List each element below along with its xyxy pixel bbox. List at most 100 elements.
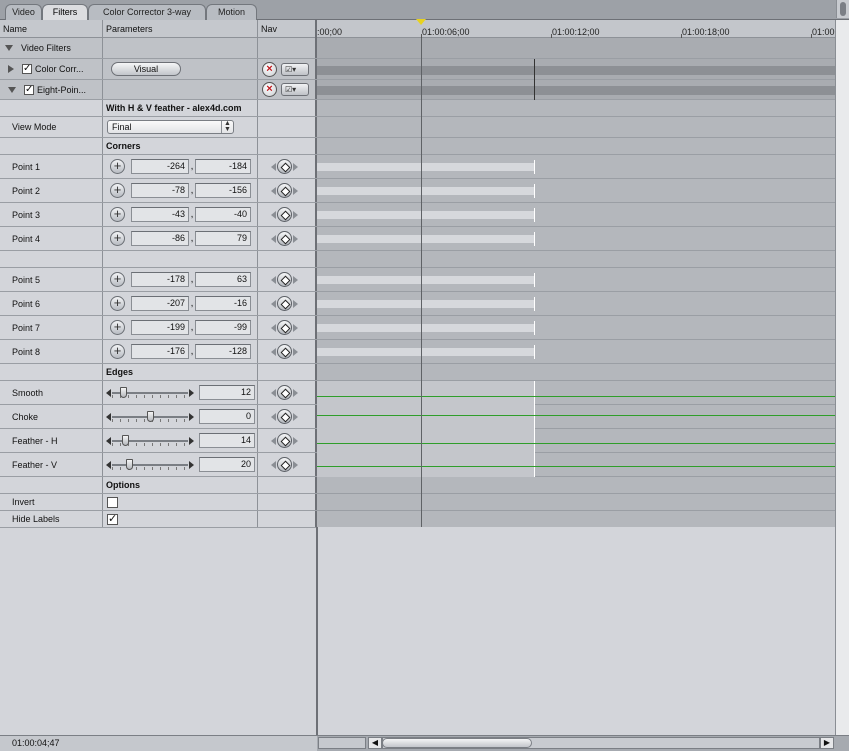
edge-slider[interactable] <box>106 385 194 400</box>
slider-increase-icon[interactable] <box>189 389 194 397</box>
close-icon[interactable]: × <box>262 82 277 97</box>
keyframe-icon[interactable] <box>277 344 292 359</box>
edge-value-field[interactable]: 14 <box>199 433 255 448</box>
point-y-field[interactable]: 63 <box>195 272 251 287</box>
visual-button[interactable]: Visual <box>111 62 181 76</box>
point-y-field[interactable]: -184 <box>195 159 251 174</box>
slider-knob[interactable] <box>126 459 133 470</box>
next-keyframe-icon[interactable] <box>293 186 298 195</box>
add-point-icon[interactable]: + <box>110 183 125 198</box>
keyframe-icon[interactable] <box>277 433 292 448</box>
slider-knob[interactable] <box>147 411 154 422</box>
edge-slider[interactable] <box>106 433 194 448</box>
add-point-icon[interactable]: + <box>110 231 125 246</box>
scroll-thumb[interactable] <box>382 738 532 748</box>
edge-slider[interactable] <box>106 457 194 472</box>
keyframe-icon[interactable] <box>277 409 292 424</box>
playhead-marker-icon[interactable] <box>416 19 426 25</box>
value-curve[interactable] <box>317 466 835 467</box>
add-point-icon[interactable]: + <box>110 344 125 359</box>
keyframe-icon[interactable] <box>277 272 292 287</box>
next-keyframe-icon[interactable] <box>293 299 298 308</box>
scroll-left-button[interactable]: ◀ <box>368 737 382 749</box>
slider-increase-icon[interactable] <box>189 461 194 469</box>
point-x-field[interactable]: -86 <box>131 231 189 246</box>
keyframe-track[interactable] <box>317 321 535 335</box>
keyframe-track[interactable] <box>317 208 535 222</box>
point-x-field[interactable]: -176 <box>131 344 189 359</box>
point-x-field[interactable]: -78 <box>131 183 189 198</box>
point-x-field[interactable]: -207 <box>131 296 189 311</box>
keyframe-icon[interactable] <box>277 183 292 198</box>
keyframe-icon[interactable] <box>277 457 292 472</box>
next-keyframe-icon[interactable] <box>293 234 298 243</box>
point-y-field[interactable]: 79 <box>195 231 251 246</box>
disclosure-right-icon[interactable] <box>8 65 14 73</box>
point-x-field[interactable]: -264 <box>131 159 189 174</box>
reset-menu-button[interactable]: ☑▾ <box>281 62 309 76</box>
keyframe-icon[interactable] <box>277 320 292 335</box>
slider-decrease-icon[interactable] <box>106 413 111 421</box>
add-point-icon[interactable]: + <box>110 207 125 222</box>
value-curve[interactable] <box>317 443 835 444</box>
keyframe-icon[interactable] <box>277 231 292 246</box>
prev-keyframe-icon[interactable] <box>271 162 276 171</box>
slider-increase-icon[interactable] <box>189 437 194 445</box>
keyframe-icon[interactable] <box>277 159 292 174</box>
prev-keyframe-icon[interactable] <box>271 436 276 445</box>
next-keyframe-icon[interactable] <box>293 323 298 332</box>
slider-decrease-icon[interactable] <box>106 461 111 469</box>
add-point-icon[interactable]: + <box>110 296 125 311</box>
add-point-icon[interactable]: + <box>110 159 125 174</box>
prev-keyframe-icon[interactable] <box>271 323 276 332</box>
keyframe-icon[interactable] <box>277 296 292 311</box>
point-y-field[interactable]: -128 <box>195 344 251 359</box>
hide-labels-checkbox[interactable]: ✓ <box>107 513 118 525</box>
keyframe-icon[interactable] <box>277 385 292 400</box>
keyframe-icon[interactable] <box>277 207 292 222</box>
slider-increase-icon[interactable] <box>189 413 194 421</box>
point-y-field[interactable]: -40 <box>195 207 251 222</box>
edge-value-field[interactable]: 0 <box>199 409 255 424</box>
enable-checkbox[interactable]: ✓ <box>22 64 32 74</box>
view-mode-select[interactable]: Final ▲ ▼ <box>107 120 234 134</box>
reset-menu-button[interactable]: ☑▾ <box>281 83 309 96</box>
edge-value-field[interactable]: 12 <box>199 385 255 400</box>
point-y-field[interactable]: -16 <box>195 296 251 311</box>
vertical-scroll-gutter[interactable] <box>835 20 849 735</box>
next-keyframe-icon[interactable] <box>293 436 298 445</box>
tab-filters[interactable]: Filters <box>42 4 88 21</box>
current-timecode[interactable]: 01:00:04;47 <box>0 736 317 751</box>
timeline-ruler[interactable]: :00;00 01:00:06;00 01:00:12;00 01:00:18;… <box>317 20 837 38</box>
close-icon[interactable]: × <box>262 61 277 77</box>
next-keyframe-icon[interactable] <box>293 412 298 421</box>
keyframe-track[interactable] <box>317 232 535 246</box>
value-curve[interactable] <box>317 396 835 397</box>
next-keyframe-icon[interactable] <box>293 347 298 356</box>
video-filters-label[interactable]: Video Filters <box>0 38 103 58</box>
edge-value-field[interactable]: 20 <box>199 457 255 472</box>
slider-decrease-icon[interactable] <box>106 389 111 397</box>
add-point-icon[interactable]: + <box>110 320 125 335</box>
prev-keyframe-icon[interactable] <box>271 460 276 469</box>
keyframe-track[interactable] <box>317 184 535 198</box>
zoom-slider[interactable] <box>318 737 366 749</box>
prev-keyframe-icon[interactable] <box>271 234 276 243</box>
edge-slider[interactable] <box>106 409 194 424</box>
tab-color-corrector[interactable]: Color Corrector 3-way <box>88 4 206 20</box>
slider-decrease-icon[interactable] <box>106 437 111 445</box>
prev-keyframe-icon[interactable] <box>271 275 276 284</box>
next-keyframe-icon[interactable] <box>293 275 298 284</box>
keyframe-track[interactable] <box>317 273 535 287</box>
next-keyframe-icon[interactable] <box>293 388 298 397</box>
point-y-field[interactable]: -99 <box>195 320 251 335</box>
next-keyframe-icon[interactable] <box>293 210 298 219</box>
prev-keyframe-icon[interactable] <box>271 186 276 195</box>
playhead-line[interactable] <box>421 38 422 527</box>
invert-checkbox[interactable] <box>107 496 118 508</box>
value-curve[interactable] <box>317 415 835 416</box>
tab-video[interactable]: Video <box>5 4 42 20</box>
window-scroller[interactable] <box>836 0 849 18</box>
point-x-field[interactable]: -199 <box>131 320 189 335</box>
disclosure-down-icon[interactable] <box>5 45 13 51</box>
